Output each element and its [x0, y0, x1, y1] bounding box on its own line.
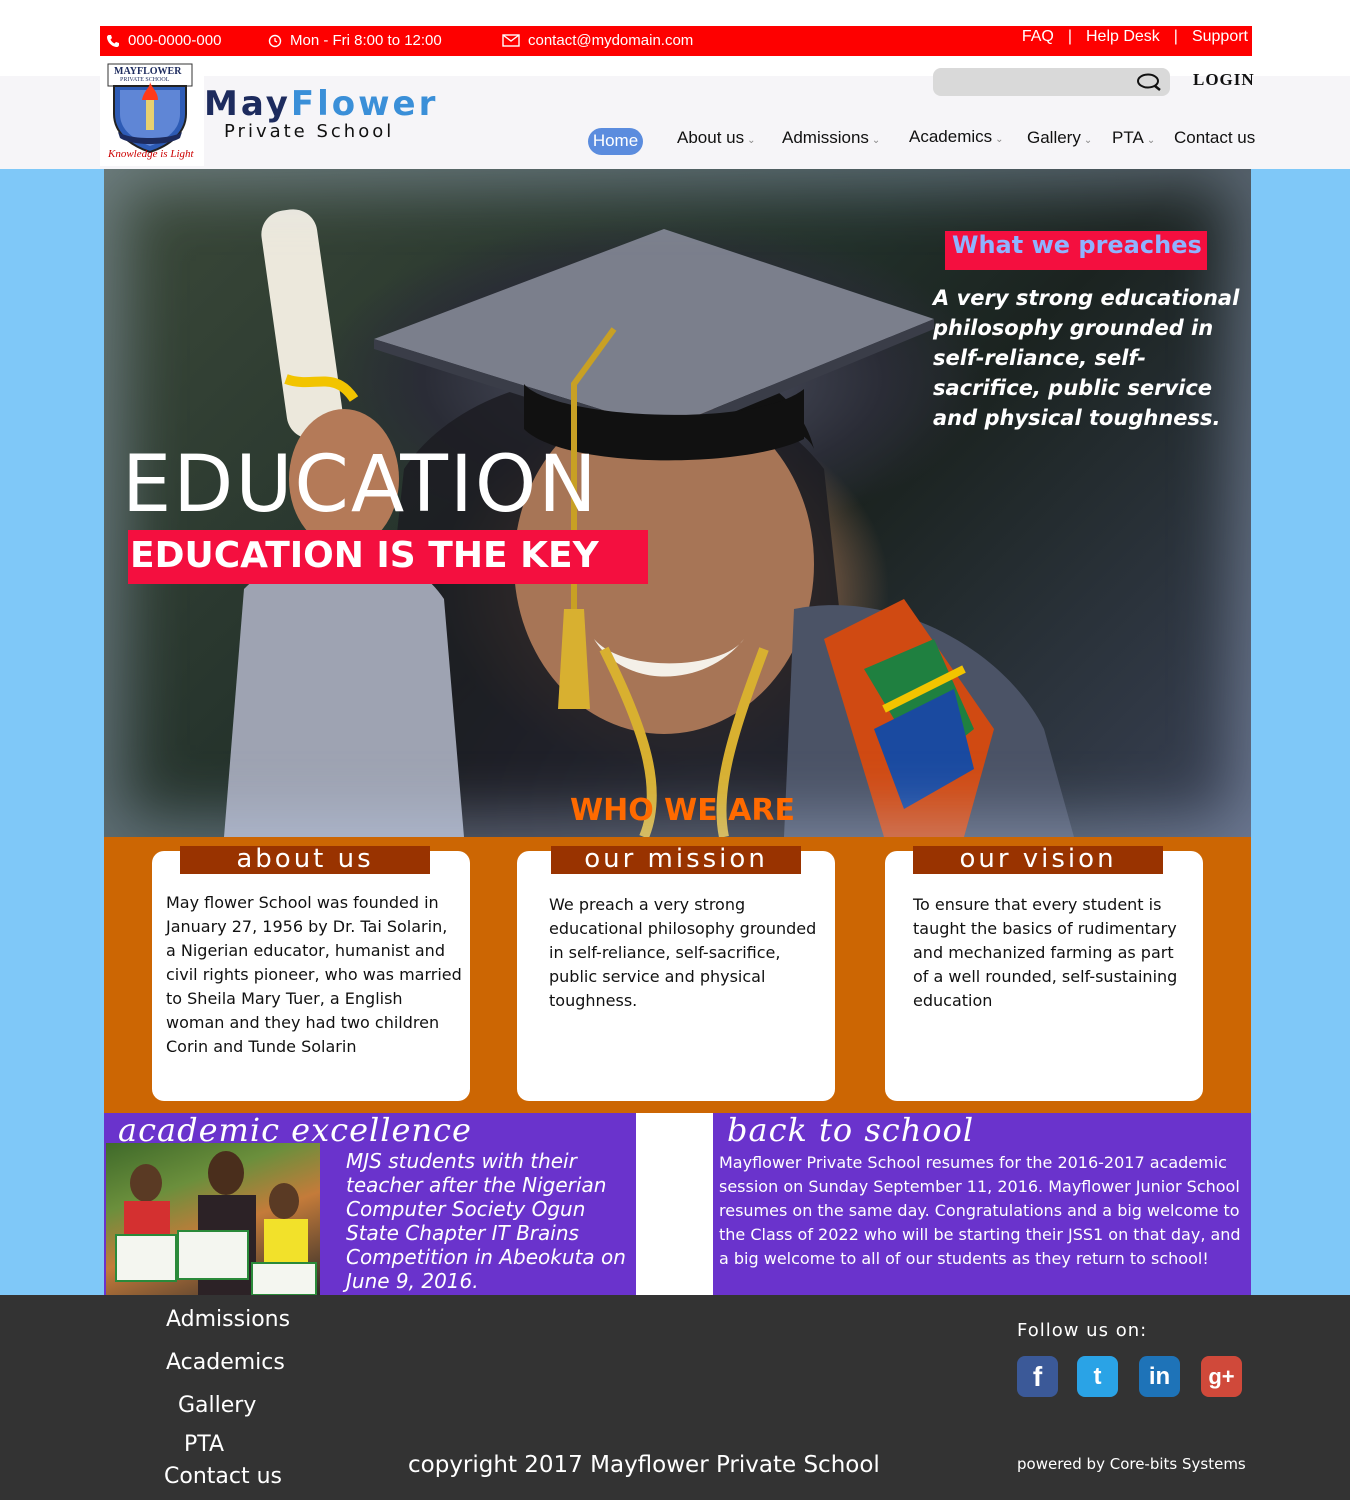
linkedin-icon[interactable]: in	[1139, 1356, 1180, 1397]
brand-name[interactable]: MayFlower	[204, 84, 438, 124]
copyright: copyright 2017 Mayflower Private School	[408, 1452, 880, 1478]
separator: |	[1173, 28, 1178, 45]
footer-link-contact[interactable]: Contact us	[164, 1464, 282, 1489]
hero-tagline: EDUCATION IS THE KEY	[130, 535, 599, 576]
office-hours: Mon - Fri 8:00 to 12:00	[290, 32, 442, 49]
nav-pta[interactable]: PTA ⌄	[1112, 128, 1155, 148]
motto: Knowledge is Light	[108, 148, 194, 160]
nav-about-label: About us	[677, 128, 745, 147]
facebook-icon[interactable]: f	[1017, 1356, 1058, 1397]
chevron-down-icon: ⌄	[995, 134, 1004, 145]
academic-excellence-panel: academic excellence MJS students with th…	[104, 1111, 636, 1295]
back-to-school-panel: back to school Mayflower Private School …	[713, 1111, 1251, 1295]
nav-admissions-label: Admissions	[782, 128, 869, 147]
chevron-down-icon: ⌄	[1083, 135, 1093, 146]
mail-icon	[502, 34, 520, 47]
panel-spacer	[636, 1113, 713, 1295]
hours-info: Mon - Fri 8:00 to 12:00	[268, 32, 442, 49]
back-to-school-text: Mayflower Private School resumes for the…	[719, 1153, 1241, 1268]
students-illustration	[115, 1151, 317, 1295]
nav-admissions[interactable]: Admissions ⌄	[782, 128, 880, 148]
separator: |	[1067, 28, 1072, 45]
nav-gallery-label: Gallery	[1027, 128, 1081, 147]
hero-headline: EDUCATION	[122, 440, 599, 530]
logo-subtext: PRIVATE SCHOOL	[120, 77, 170, 83]
preach-title: What we preaches	[952, 231, 1202, 259]
about-card-title: about us	[180, 846, 430, 874]
email-address[interactable]: contact@mydomain.com	[528, 32, 693, 49]
nav-gallery[interactable]: Gallery ⌄	[1027, 128, 1092, 148]
section-title: WHO WE ARE	[570, 793, 795, 828]
footer: Admissions Academics Gallery PTA Contact…	[0, 1295, 1350, 1500]
phone-icon	[107, 34, 119, 47]
nav-academics[interactable]: Academics ⌄	[909, 127, 1004, 147]
support-link[interactable]: Support	[1192, 28, 1248, 46]
vision-card-text: To ensure that every student is taught t…	[913, 895, 1178, 1010]
footer-link-admissions[interactable]: Admissions	[166, 1307, 290, 1332]
footer-link-academics[interactable]: Academics	[166, 1350, 285, 1375]
nav-about[interactable]: About us ⌄	[677, 128, 756, 148]
phone-number: 000-0000-000	[128, 32, 222, 49]
contact-bar: 000-0000-000 Mon - Fri 8:00 to 12:00 con…	[100, 26, 1252, 56]
follow-us-label: Follow us on:	[1017, 1320, 1148, 1341]
email-info[interactable]: contact@mydomain.com	[502, 32, 693, 49]
vision-card: our vision To ensure that every student …	[885, 846, 1203, 1101]
students-photo[interactable]	[106, 1143, 320, 1295]
chevron-down-icon: ⌄	[871, 135, 881, 146]
chevron-down-icon: ⌄	[747, 135, 756, 146]
nav-academics-label: Academics	[909, 127, 993, 146]
login-link[interactable]: LOGIN	[1193, 70, 1255, 90]
twitter-icon[interactable]: t	[1077, 1356, 1118, 1397]
mission-card-title: our mission	[551, 846, 801, 874]
utility-links: FAQ | Help Desk | Support	[1022, 28, 1248, 46]
phone-info: 000-0000-000	[106, 32, 221, 49]
faq-link[interactable]: FAQ	[1022, 28, 1054, 46]
search-icon[interactable]	[1134, 72, 1162, 92]
powered-by: powered by Core-bits Systems	[1017, 1455, 1246, 1473]
footer-link-pta[interactable]: PTA	[184, 1432, 224, 1457]
school-logo[interactable]: MAYFLOWER PRIVATE SCHOOL Knowledge is Li…	[100, 62, 204, 166]
philosophy-text: A very strong educational philosophy gro…	[933, 286, 1240, 430]
back-to-school-title: back to school	[727, 1111, 975, 1149]
about-card-text: May flower School was founded in January…	[166, 893, 462, 1056]
logo-text: MAYFLOWER	[114, 66, 182, 77]
chevron-down-icon: ⌄	[1146, 135, 1156, 146]
clock-icon	[268, 34, 282, 47]
nav-pta-label: PTA	[1112, 128, 1144, 147]
about-card: about us May flower School was founded i…	[152, 846, 470, 1101]
brand-name-part1: May	[204, 84, 291, 124]
hero-banner: What we preaches A very strong education…	[104, 169, 1251, 837]
vision-card-title: our vision	[913, 846, 1163, 874]
brand-subtitle: Private School	[224, 121, 395, 142]
mission-card-text: We preach a very strong educational phil…	[549, 895, 817, 1010]
academic-caption: MJS students with their teacher after th…	[346, 1149, 626, 1293]
footer-link-gallery[interactable]: Gallery	[178, 1393, 256, 1418]
brand-name-part2: Flower	[290, 84, 439, 124]
help-desk-link[interactable]: Help Desk	[1086, 28, 1160, 46]
nav-home[interactable]: Home	[588, 128, 643, 155]
search-input[interactable]	[933, 68, 1170, 96]
mission-card: our mission We preach a very strong educ…	[517, 846, 835, 1101]
nav-contact[interactable]: Contact us	[1174, 128, 1255, 148]
google-plus-icon[interactable]: g+	[1201, 1356, 1242, 1397]
